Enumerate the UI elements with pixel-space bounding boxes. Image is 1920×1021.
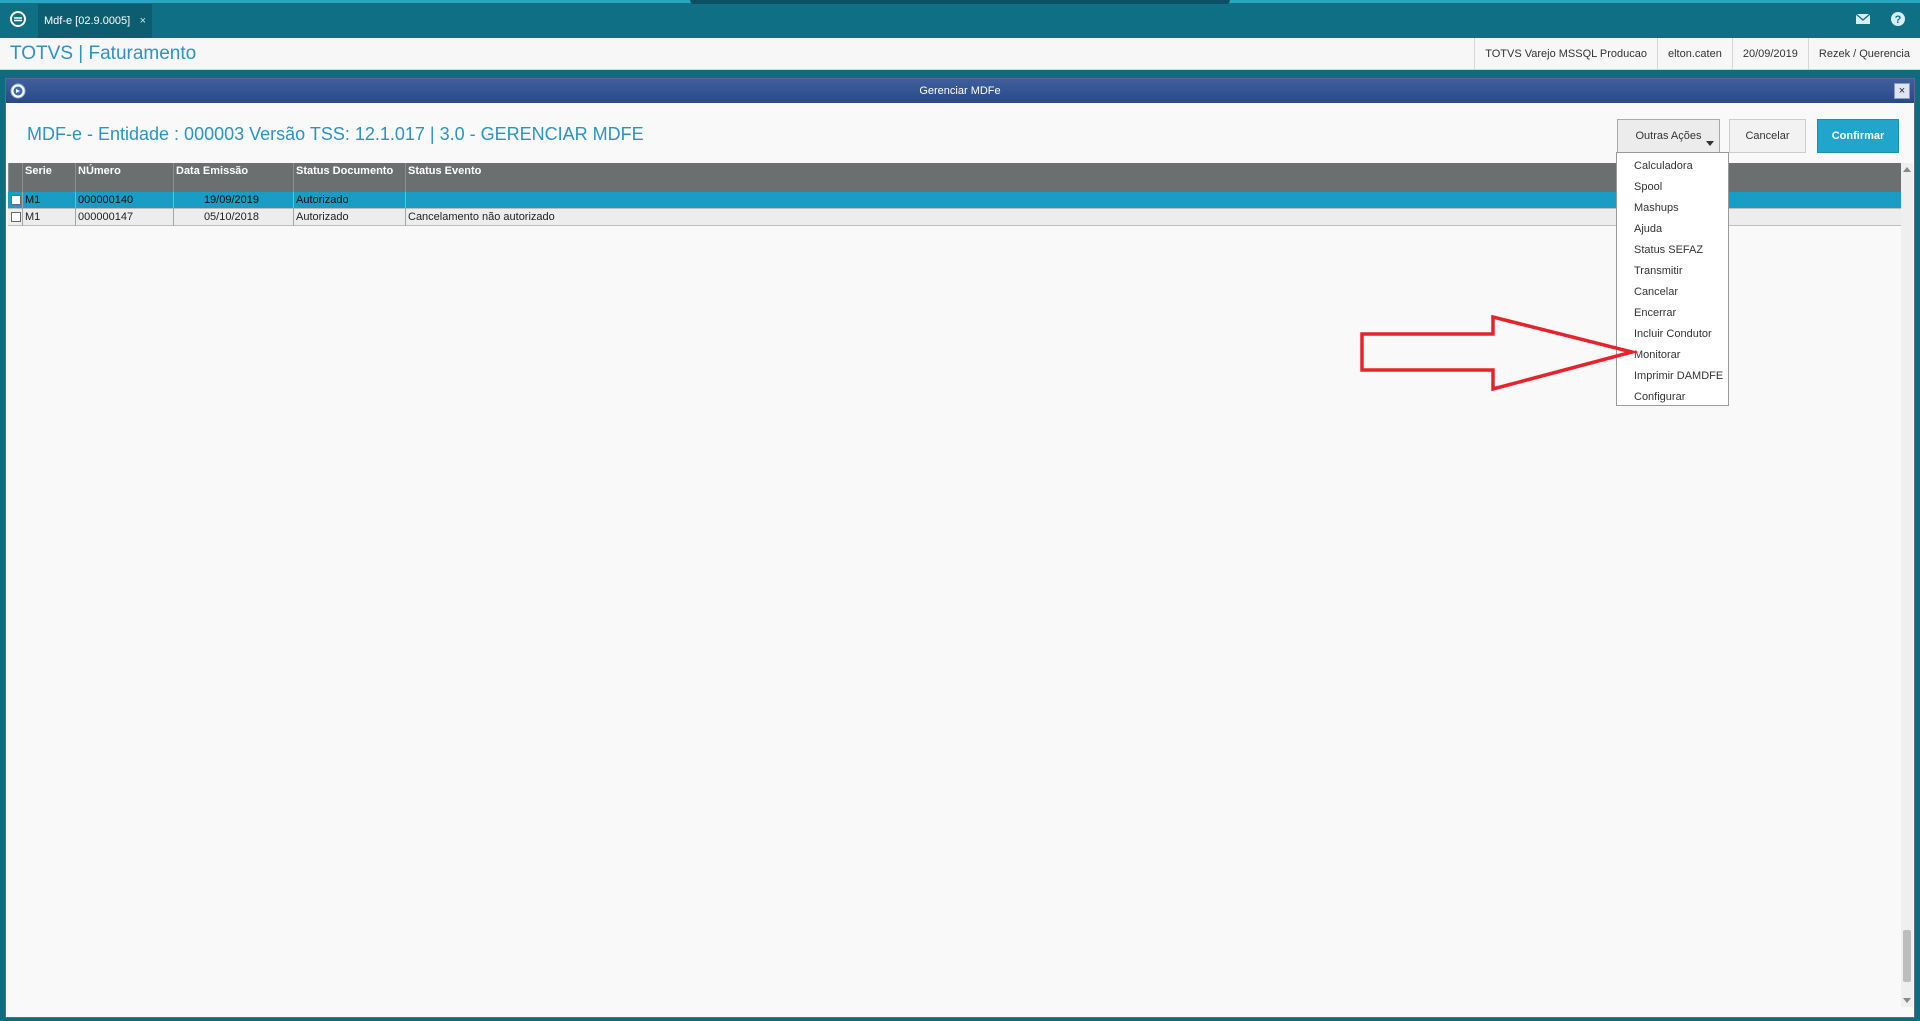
column-serie[interactable]: Serie <box>22 163 75 192</box>
cell-numero: 000000147 <box>75 209 173 226</box>
red-arrow-annotation <box>1360 314 1640 392</box>
chevron-down-icon <box>1706 141 1714 146</box>
status-bar: TOTVS Varejo MSSQL Producao elton.caten … <box>1474 38 1920 70</box>
vertical-scrollbar[interactable] <box>1901 163 1913 1007</box>
close-icon[interactable]: × <box>1894 83 1910 99</box>
cell-status-documento: Autorizado <box>293 209 405 226</box>
menu-item-status-sefaz[interactable]: Status SEFAZ <box>1617 240 1728 261</box>
tab-mdfe[interactable]: Mdf-e [02.9.0005] × <box>38 4 152 38</box>
menu-item-mashups[interactable]: Mashups <box>1617 198 1728 219</box>
top-notch <box>690 0 1230 4</box>
menu-item-transmitir[interactable]: Transmitir <box>1617 261 1728 282</box>
outras-acoes-label: Outras Ações <box>1635 130 1702 142</box>
column-status-documento[interactable]: Status Documento <box>293 163 405 192</box>
scroll-up-icon[interactable] <box>1903 167 1911 172</box>
cell-data: 05/10/2018 <box>173 209 293 226</box>
scroll-thumb[interactable] <box>1903 930 1911 982</box>
tab-label: Mdf-e [02.9.0005] <box>44 15 131 27</box>
cell-status-documento: Autorizado <box>293 192 405 209</box>
menu-item-ajuda[interactable]: Ajuda <box>1617 219 1728 240</box>
app-header: TOTVS | Faturamento TOTVS Varejo MSSQL P… <box>0 38 1920 70</box>
tab-close-icon[interactable]: × <box>140 4 146 38</box>
cell-serie: M1 <box>22 192 75 209</box>
svg-text:?: ? <box>1895 14 1902 26</box>
cell-data: 19/09/2019 <box>173 192 293 209</box>
cancel-button[interactable]: Cancelar <box>1729 119 1806 153</box>
menu-item-spool[interactable]: Spool <box>1617 177 1728 198</box>
window-title: Gerenciar MDFe <box>919 85 1001 97</box>
menu-item-calculadora[interactable]: Calculadora <box>1617 156 1728 177</box>
status-date: 20/09/2019 <box>1731 38 1808 70</box>
menu-item-cancelar[interactable]: Cancelar <box>1617 282 1728 303</box>
row-checkbox[interactable] <box>11 212 21 222</box>
window-titlebar[interactable]: Gerenciar MDFe × <box>6 79 1914 103</box>
page-title: MDF-e - Entidade : 000003 Versão TSS: 12… <box>27 124 644 144</box>
status-branch: Rezek / Querencia <box>1807 38 1920 70</box>
outras-acoes-button[interactable]: Outras Ações <box>1617 119 1720 153</box>
column-numero[interactable]: NÚmero <box>75 163 173 192</box>
top-bar: Mdf-e [02.9.0005] × ? <box>0 0 1920 38</box>
status-environment: TOTVS Varejo MSSQL Producao <box>1474 38 1657 70</box>
cell-numero: 000000140 <box>75 192 173 209</box>
row-checkbox[interactable] <box>11 195 21 205</box>
status-user: elton.caten <box>1657 38 1732 70</box>
help-icon[interactable]: ? <box>1890 11 1906 27</box>
scroll-down-icon[interactable] <box>1903 998 1911 1003</box>
app-logo-icon[interactable] <box>9 10 27 28</box>
column-data-emissao[interactable]: Data Emissão <box>173 163 293 192</box>
confirm-button[interactable]: Confirmar <box>1817 119 1899 153</box>
cell-serie: M1 <box>22 209 75 226</box>
mail-icon[interactable] <box>1855 12 1871 26</box>
header-checkbox-col <box>8 163 22 192</box>
app-title: TOTVS | Faturamento <box>10 43 197 64</box>
